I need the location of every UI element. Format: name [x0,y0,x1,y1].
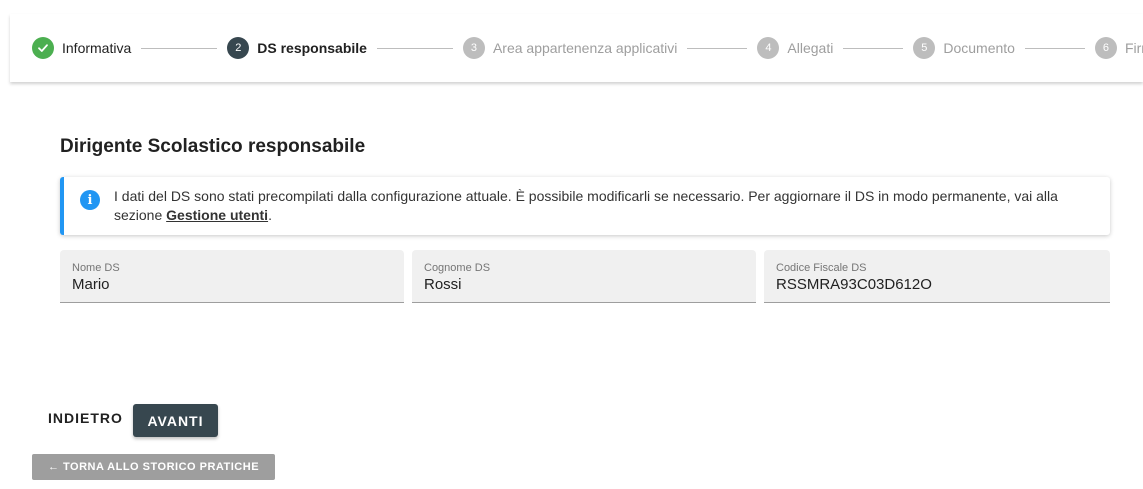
step-informativa[interactable]: Informativa [32,37,131,59]
codice-fiscale-ds-field[interactable]: Codice Fiscale DS RSSMRA93C03D612O [764,250,1110,303]
alert-message: I dati del DS sono stati precompilati da… [114,187,1092,225]
field-label: Cognome DS [424,262,491,274]
step-connector [1024,47,1085,49]
step-number-badge: 3 [462,37,485,59]
step-firma[interactable]: 6 Firma [1094,37,1143,59]
step-label: Allegati [787,40,834,56]
gestione-utenti-link[interactable]: Gestione utenti [166,207,268,223]
cognome-ds-field[interactable]: Cognome DS Rossi [412,250,756,303]
nome-ds-field[interactable]: Nome DS Mario [60,250,404,303]
info-icon: i [80,190,100,210]
step-label: Firma [1124,40,1143,56]
field-label: Nome DS [72,262,120,274]
step-connector [843,47,904,49]
step-label: Area appartenenza applicativi [492,40,678,56]
step-label: Documento [943,40,1015,56]
step-number-badge: 2 [227,37,250,59]
check-icon [32,37,54,59]
stepper: Informativa 2 DS responsabile 3 Area app… [10,14,1143,82]
step-documento[interactable]: 5 Documento [913,37,1015,59]
step-connector [376,47,453,49]
page-title: Dirigente Scolastico responsabile [60,136,366,157]
step-connector [687,47,748,49]
step-label: Informativa [62,40,132,56]
step-label: DS responsabile [257,40,367,56]
next-button[interactable]: AVANTI [133,404,218,437]
step-area-appartenenza[interactable]: 3 Area appartenenza applicativi [462,37,678,59]
step-number-badge: 4 [757,37,780,59]
step-ds-responsabile[interactable]: 2 DS responsabile [227,37,367,59]
alert-suffix: . [268,207,272,223]
step-number-badge: 6 [1094,37,1117,59]
step-connector [141,47,218,49]
nome-ds-input[interactable]: Mario [72,276,392,293]
step-number-badge: 5 [913,37,936,59]
field-label: Codice Fiscale DS [776,262,867,274]
codice-fiscale-ds-input[interactable]: RSSMRA93C03D612O [776,276,1098,293]
step-allegati[interactable]: 4 Allegati [757,37,833,59]
back-button[interactable]: INDIETRO [48,410,123,426]
back-to-history-button[interactable]: ← TORNA ALLO STORICO PRATICHE [32,454,275,480]
cognome-ds-input[interactable]: Rossi [424,276,744,293]
info-alert: i I dati del DS sono stati precompilati … [60,177,1110,235]
